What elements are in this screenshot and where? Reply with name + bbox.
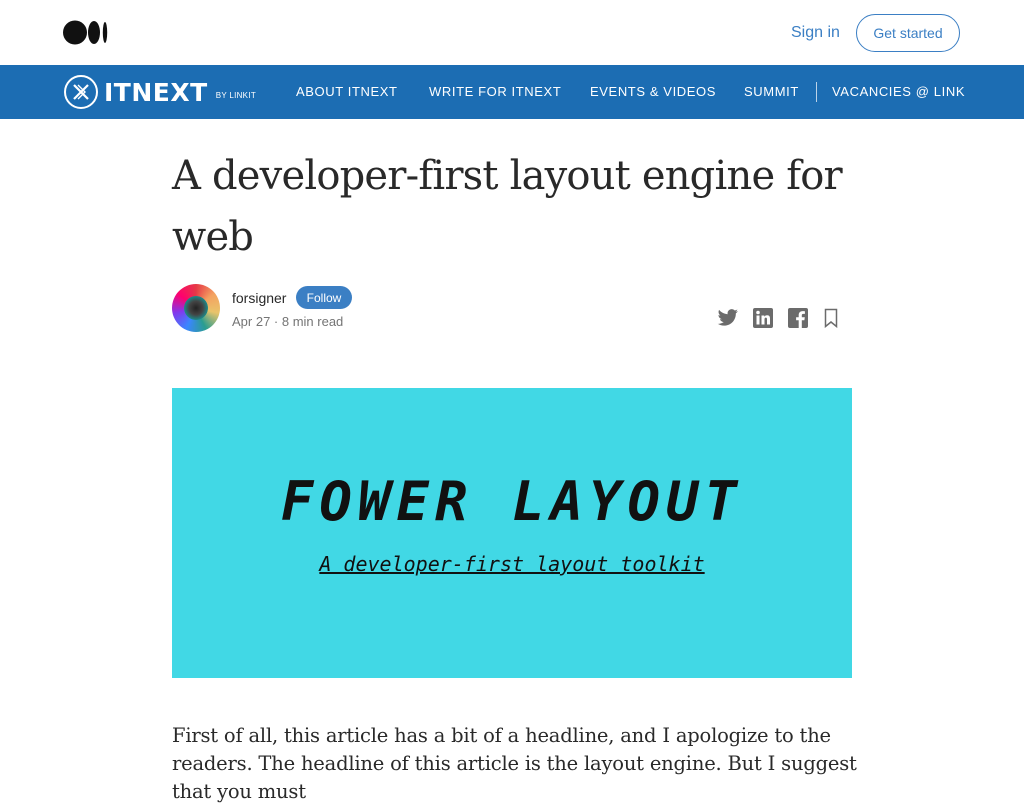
article-title: A developer-first layout engine for web [172,153,843,260]
linkedin-icon[interactable] [752,308,774,328]
nav-about-itnext[interactable]: ABOUT ITNEXT [296,84,398,99]
hero-title: FOWER LAYOUT [280,470,744,533]
nav-write-for-itnext[interactable]: WRITE FOR ITNEXT [429,84,561,99]
article-body-paragraph: First of all, this article has a bit of … [172,724,857,803]
nav-summit[interactable]: SUMMIT [744,84,799,99]
author-name[interactable]: forsigner [232,290,286,306]
nav-divider [816,82,817,102]
avatar-center [184,296,208,320]
medium-logo-icon[interactable] [63,20,109,45]
get-started-button[interactable]: Get started [856,14,960,52]
author-avatar[interactable] [172,284,220,332]
follow-button[interactable]: Follow [296,286,352,309]
hero-subtitle: A developer-first layout toolkit [319,552,705,576]
nav-events-videos[interactable]: EVENTS & VIDEOS [590,84,716,99]
twitter-icon[interactable] [717,308,739,328]
itnext-logo-icon [64,75,98,109]
publication-byline: BY LINKIT [215,90,257,100]
nav-vacancies[interactable]: VACANCIES @ LINK [832,84,965,99]
publication-logo[interactable]: ITNEXT BY LINKIT [64,75,256,109]
article-meta: Apr 27 · 8 min read [232,314,344,329]
facebook-icon[interactable] [787,308,809,328]
publication-nav: ITNEXT BY LINKIT ABOUT ITNEXT WRITE FOR … [0,65,1024,119]
publication-name: ITNEXT [104,77,208,107]
bookmark-icon[interactable] [820,308,842,328]
sign-in-link[interactable]: Sign in [791,24,840,42]
hero-image [172,388,852,678]
top-bar: Sign in Get started [0,0,1024,65]
